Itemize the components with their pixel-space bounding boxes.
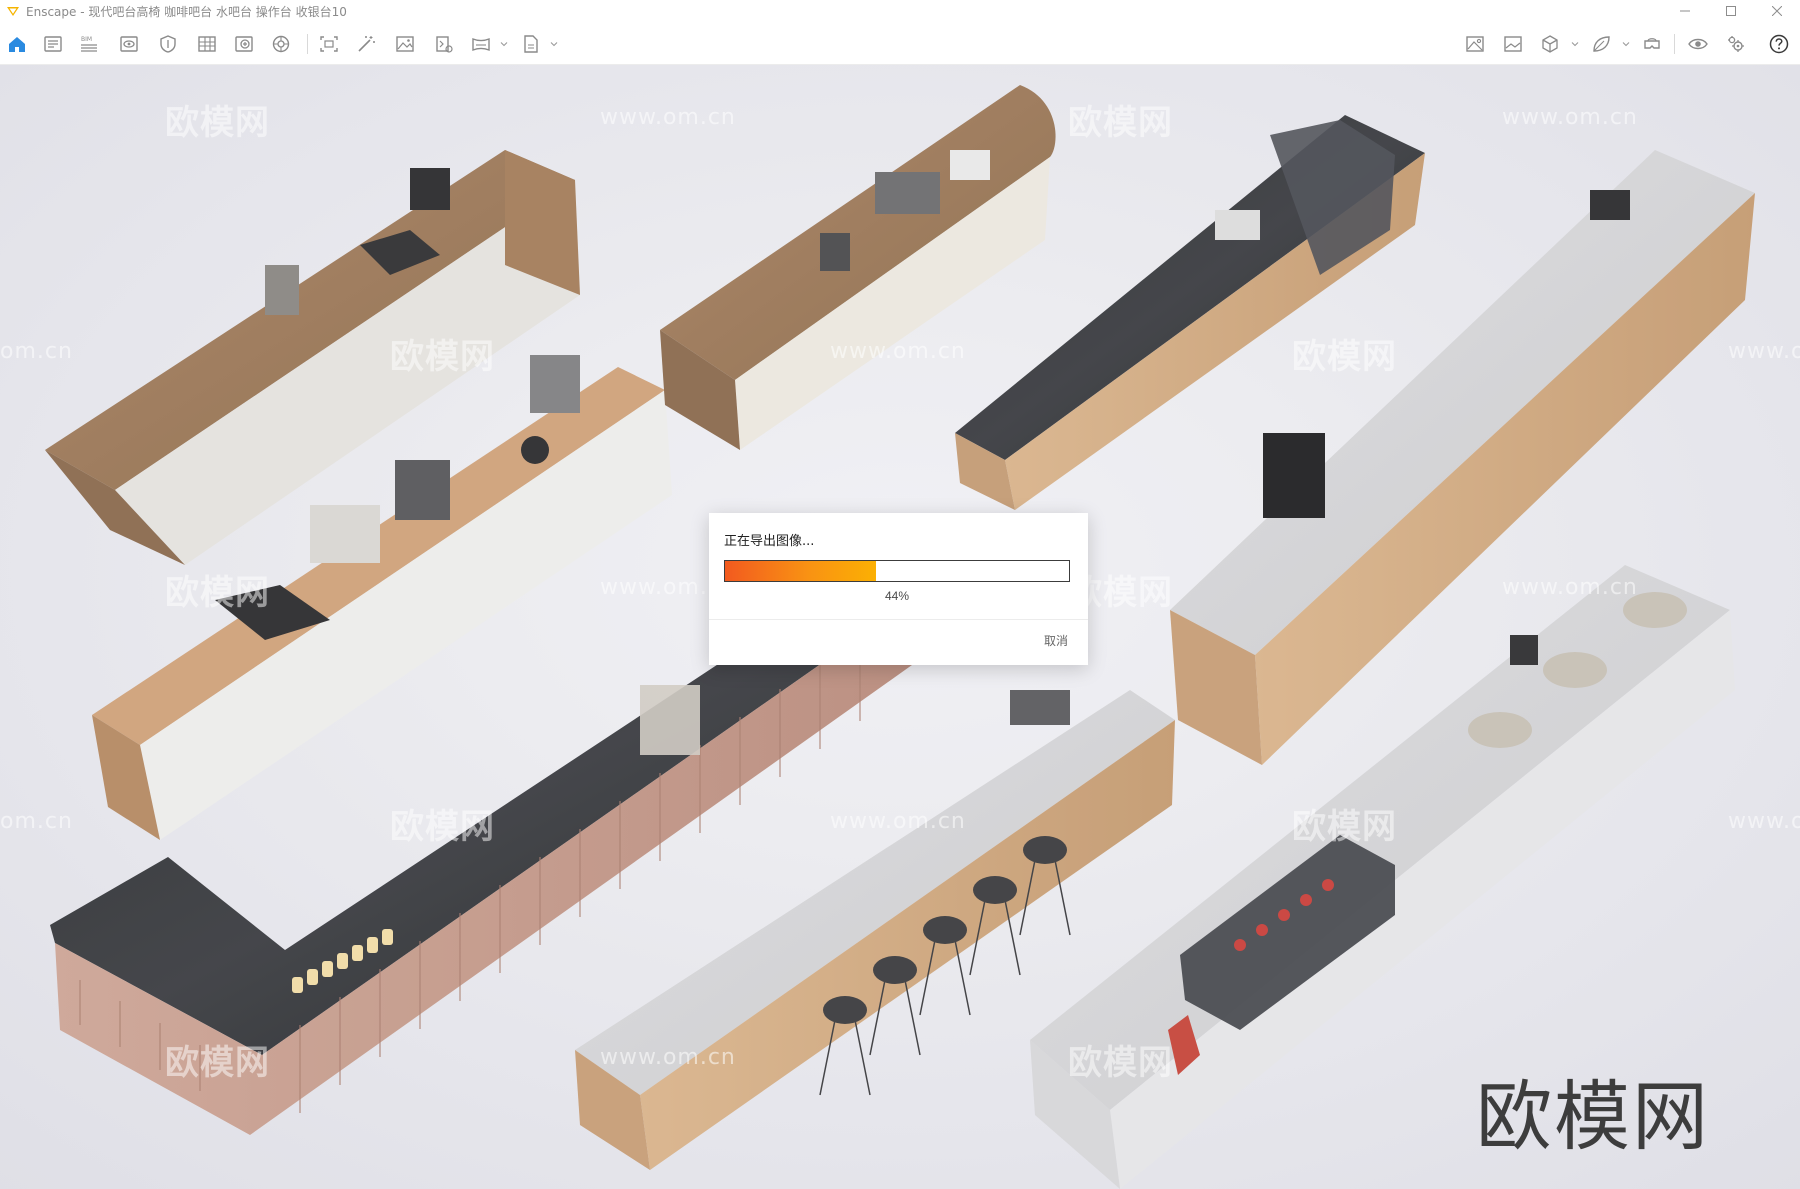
- magic-wand-button[interactable]: [353, 31, 379, 57]
- chevron-down-icon[interactable]: [1622, 40, 1630, 48]
- asset-library-icon: [272, 35, 290, 53]
- window-title: Enscape - 现代吧台高椅 咖啡吧台 水吧台 操作台 收银台10: [26, 4, 347, 19]
- help-button[interactable]: [1766, 31, 1792, 57]
- watermark: 欧模网: [390, 807, 495, 847]
- cube-icon: [1542, 35, 1558, 53]
- image-export-icon: [396, 36, 414, 52]
- watermark: www.o: [1728, 809, 1800, 834]
- image-icon: [1504, 36, 1522, 52]
- close-icon: [1772, 6, 1782, 16]
- add-view-button[interactable]: [231, 31, 257, 57]
- home-button[interactable]: [4, 31, 30, 57]
- svg-text:BIM: BIM: [81, 36, 92, 43]
- watermark: om.cn: [0, 339, 73, 364]
- document-settings-button[interactable]: [40, 31, 66, 57]
- batch-export-icon: [436, 36, 453, 53]
- progress-bar-fill: [725, 561, 877, 581]
- home-icon: [9, 37, 25, 52]
- export-file-button[interactable]: [518, 31, 544, 57]
- leaf-button[interactable]: [1588, 31, 1614, 57]
- site-logo: 欧模网: [1476, 1072, 1710, 1161]
- maximize-button[interactable]: [1708, 0, 1754, 22]
- material-editor-icon: [1466, 36, 1484, 52]
- panorama-export-button[interactable]: [468, 31, 494, 57]
- bim-button[interactable]: BIM: [76, 31, 102, 57]
- window-controls: [1662, 0, 1800, 22]
- material-editor-button[interactable]: [1462, 31, 1488, 57]
- panorama-export-icon: [472, 37, 490, 52]
- gears-icon: [1728, 36, 1744, 52]
- watermark: 欧模网: [165, 573, 270, 613]
- chevron-down-icon[interactable]: [1571, 40, 1579, 48]
- eye-settings-button[interactable]: [1685, 31, 1711, 57]
- watermark: om.cn: [0, 809, 73, 834]
- main-toolbar: BIM: [0, 22, 1800, 80]
- toolbar-separator: [307, 34, 308, 54]
- document-settings-icon: [44, 36, 62, 52]
- shield-button[interactable]: [155, 31, 181, 57]
- asset-library-button[interactable]: [268, 31, 294, 57]
- watermark: 欧模网: [1068, 1043, 1173, 1083]
- bim-icon: BIM: [81, 36, 97, 52]
- watermark: 欧模网: [1068, 103, 1173, 143]
- view-icon: [120, 36, 138, 52]
- watermark: www.om.cn: [1502, 575, 1638, 600]
- watermark: www.om.cn: [830, 809, 966, 834]
- title-bar: Enscape - 现代吧台高椅 咖啡吧台 水吧台 操作台 收银台10: [0, 0, 1800, 22]
- settings-button[interactable]: [1723, 31, 1749, 57]
- enscape-logo-icon: [7, 7, 19, 16]
- watermark: 欧模网: [390, 337, 495, 377]
- magic-wand-icon: [358, 36, 375, 52]
- export-file-icon: [524, 35, 538, 53]
- chevron-down-icon[interactable]: [550, 40, 558, 48]
- watermark: 欧模网: [165, 1043, 270, 1083]
- progress-percent-label: 44%: [884, 589, 910, 603]
- help-icon: [1769, 34, 1789, 54]
- chevron-down-icon[interactable]: [500, 40, 508, 48]
- dialog-divider: [709, 619, 1088, 620]
- watermark: 欧模网: [1292, 807, 1397, 847]
- cancel-button[interactable]: 取消: [1044, 632, 1068, 649]
- screenshot-button[interactable]: [316, 31, 342, 57]
- minimize-button[interactable]: [1662, 0, 1708, 22]
- dialog-title: 正在导出图像...: [724, 534, 815, 549]
- vr-headset-icon: [1644, 38, 1660, 49]
- export-progress-dialog: 正在导出图像... 44% 取消: [709, 513, 1088, 665]
- screenshot-icon: [320, 36, 338, 52]
- maximize-icon: [1726, 6, 1736, 16]
- view-button[interactable]: [116, 31, 142, 57]
- leaf-icon: [1593, 36, 1610, 52]
- grid-button[interactable]: [194, 31, 220, 57]
- watermark: www.o: [1728, 339, 1800, 364]
- vr-headset-button[interactable]: [1639, 31, 1665, 57]
- shield-icon: [160, 35, 176, 53]
- image-export-button[interactable]: [392, 31, 418, 57]
- watermark: www.om.cn: [1502, 105, 1638, 130]
- close-button[interactable]: [1754, 0, 1800, 22]
- batch-export-button[interactable]: [431, 31, 457, 57]
- grid-icon: [198, 36, 216, 52]
- watermark: 欧模网: [1292, 337, 1397, 377]
- watermark: www.om.cn: [830, 339, 966, 364]
- cube-button[interactable]: [1537, 31, 1563, 57]
- progress-bar: [724, 560, 1070, 582]
- watermark: www.om.cn: [600, 1045, 736, 1070]
- watermark: www.om.cn: [600, 105, 736, 130]
- add-view-icon: [235, 36, 253, 52]
- watermark: 欧模网: [165, 103, 270, 143]
- toolbar-separator: [1674, 34, 1675, 54]
- image-button[interactable]: [1500, 31, 1526, 57]
- minimize-icon: [1680, 10, 1690, 12]
- eye-settings-icon: [1688, 38, 1708, 50]
